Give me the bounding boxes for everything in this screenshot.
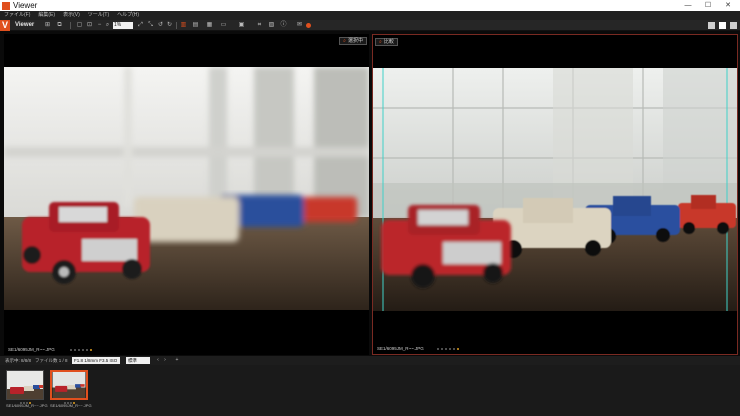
mode-label: Viewer [15, 22, 35, 28]
toolbar: V Viewer ⊞ ⧉ ▢ ⊡ − ⌕ 1% ⤢ ⤡ ↺ ↻ ▥ ▤ ▦ ▭ … [0, 20, 740, 31]
folder-label: 表示中: 8/8/8 [5, 358, 32, 363]
rating-dot[interactable] [453, 348, 455, 350]
left-image-pane[interactable]: ⌕ 選択中 SE1/6095JM_R~~.JPG [4, 34, 369, 355]
menu-file[interactable]: ファイル(F) [4, 11, 30, 20]
title-bar: Viewer — ☐ ✕ [0, 0, 740, 11]
photo-right [373, 68, 737, 311]
crop-icon[interactable]: ⊡ [86, 22, 93, 29]
add-button[interactable]: + [174, 357, 180, 364]
search-icon: ⌕ [343, 38, 346, 44]
menu-edit[interactable]: 編集(E) [38, 11, 55, 20]
rating-dot [29, 402, 31, 404]
grid-layout-button[interactable] [708, 22, 715, 29]
rating-dot [64, 402, 66, 404]
photo-toy-cars-sharp [373, 68, 737, 311]
info-bar: 表示中: 8/8/8 ファイル数 1 / 8 F1.8 1/8mm F3.5 I… [0, 356, 740, 365]
prev-button[interactable]: ‹ [155, 357, 161, 364]
next-button[interactable]: › [162, 357, 168, 364]
compare-tag: ⌕ 比較 [375, 38, 398, 46]
rating-dot[interactable] [90, 349, 92, 351]
rating-dot[interactable] [78, 349, 80, 351]
rating-dot [23, 402, 25, 404]
split-layout-button[interactable] [730, 22, 737, 29]
photo-toy-cars-blurred [4, 67, 369, 310]
filter-select[interactable]: F1.8 1/8mm F3.5 ISO [72, 357, 120, 364]
thumbnail[interactable] [6, 370, 44, 400]
compare-icon[interactable]: ⧉ [56, 22, 63, 29]
thumbnail[interactable] [50, 370, 88, 400]
image-icon[interactable]: ▨ [268, 22, 275, 29]
compare-tag-label: 比較 [383, 39, 394, 45]
app-icon [2, 1, 10, 10]
rating-dot[interactable] [86, 349, 88, 351]
menu-help[interactable]: ヘルプ(H) [117, 11, 139, 20]
menu-view[interactable]: 表示(V) [63, 11, 80, 20]
rating-dot[interactable] [449, 348, 451, 350]
zoom-input[interactable]: 1% [113, 22, 133, 29]
rating-dot[interactable] [445, 348, 447, 350]
left-filename: SE1/6095JM_R~~.JPG [8, 347, 55, 352]
rating-dot [20, 402, 22, 404]
rating-dot [73, 402, 75, 404]
search-icon: ⌕ [379, 39, 382, 45]
menu-tools[interactable]: ツール(T) [88, 11, 109, 20]
rotate-right-icon[interactable]: ↻ [166, 22, 173, 29]
crop-frame-icon[interactable]: ⌗ [256, 22, 263, 29]
histogram-icon[interactable]: ▥ [180, 22, 187, 29]
record-icon[interactable] [306, 23, 311, 28]
selected-tag: ⌕ 選択中 [339, 37, 367, 45]
actual-size-icon[interactable]: ⤡ [147, 22, 154, 29]
rating-dot[interactable] [70, 349, 72, 351]
app-logo: V [0, 20, 10, 31]
info-panel-icon[interactable]: ▤ [192, 22, 199, 29]
close-button[interactable]: ✕ [718, 0, 738, 11]
sort-select[interactable]: 標準 [126, 357, 150, 364]
rating-dot [67, 402, 69, 404]
filmstrip: SE1/6095JM_R~~.JPG SE1/6095JM_R~~.JPG [0, 365, 740, 416]
toolbar-divider [70, 22, 71, 29]
photo-left [4, 67, 369, 310]
fullscreen-icon[interactable]: ▢ [76, 22, 83, 29]
left-rating[interactable] [70, 349, 92, 351]
right-filename: SE1/6095JM_R~~.JPG [377, 346, 424, 351]
right-image-pane[interactable]: ⌕ 比較 SE1/6095JM_R~~.JPG [372, 34, 738, 355]
file-count: ファイル数 1 / 8 [35, 358, 68, 363]
maximize-button[interactable]: ☐ [698, 0, 718, 11]
thumbnail-image [52, 372, 86, 398]
thumbnail-rating [20, 402, 31, 404]
toolbar-divider [176, 22, 177, 29]
thumbnail-rating [64, 402, 75, 404]
mail-icon[interactable]: ✉ [296, 22, 303, 29]
rating-dot[interactable] [437, 348, 439, 350]
menu-bar: ファイル(F) 編集(E) 表示(V) ツール(T) ヘルプ(H) [0, 11, 740, 20]
rating-dot[interactable] [74, 349, 76, 351]
zoom-out-icon[interactable]: − [96, 22, 103, 29]
rating-dot[interactable] [82, 349, 84, 351]
rotate-left-icon[interactable]: ↺ [157, 22, 164, 29]
zoom-icon[interactable]: ⌕ [104, 22, 111, 29]
rating-dot[interactable] [457, 348, 459, 350]
info-icon[interactable]: ⓘ [280, 22, 287, 29]
right-rating[interactable] [437, 348, 459, 350]
thumbnail-image [7, 371, 43, 399]
panel-icon[interactable]: ▭ [220, 22, 227, 29]
filmstrip-item[interactable]: SE1/6095JM_R~~.JPG [6, 370, 48, 412]
minimize-button[interactable]: — [678, 0, 698, 11]
viewer-area: ⌕ 選択中 SE1/6095JM_R~~.JPG ⌕ 比較 SE1/6095JM… [0, 31, 740, 356]
selected-tag-label: 選択中 [347, 38, 363, 44]
rating-dot [26, 402, 28, 404]
layout-icon[interactable]: ▣ [238, 22, 245, 29]
filmstrip-item-selected[interactable]: SE1/6095JM_R~~.JPG [50, 370, 92, 412]
window-title: Viewer [13, 1, 38, 10]
rating-dot[interactable] [441, 348, 443, 350]
rating-dot [70, 402, 72, 404]
grid-icon[interactable]: ⊞ [44, 22, 51, 29]
overlay-icon[interactable]: ▦ [206, 22, 213, 29]
single-layout-button[interactable] [719, 22, 726, 29]
fit-icon[interactable]: ⤢ [137, 22, 144, 29]
